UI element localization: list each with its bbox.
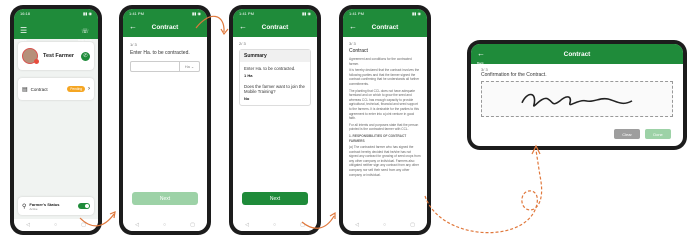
done-button[interactable]: Done xyxy=(645,129,671,139)
arrow-head-1 xyxy=(109,211,116,219)
status-time: 1:41 PM xyxy=(239,10,254,16)
status-badge: Pending xyxy=(67,86,85,92)
back-button[interactable]: ☰ Back xyxy=(20,20,28,43)
chevron-down-icon: ⌄ xyxy=(190,64,195,69)
step-indicator: 2/ 3 xyxy=(239,41,246,46)
next-button[interactable]: Next xyxy=(242,192,308,205)
contract-heading: Contract xyxy=(349,48,368,54)
phone-home-screen: 16:18 ▮▮ ◉ ☰ Back ☏ Help Desk Test Farme… xyxy=(10,5,102,235)
status-icons: ▮▮ ◉ xyxy=(82,10,92,16)
signature-stroke xyxy=(521,93,633,107)
back-arrow-icon: ☰ xyxy=(20,26,28,35)
step-indicator: 3/ 3 xyxy=(349,41,356,46)
arrow-head-3 xyxy=(329,211,336,219)
farmer-card[interactable]: Test Farmer ✆ xyxy=(18,42,94,70)
status-time: 1:41 PM xyxy=(349,10,364,16)
summary-answer-1: 1 Ha xyxy=(244,73,253,78)
page-title: Contract xyxy=(563,50,591,58)
contract-card[interactable]: ▤ Contract Pending › xyxy=(18,78,94,100)
signature-pad[interactable] xyxy=(481,81,673,117)
phone-signature-landscape: ← Back Contract 3/ 3 Confirmation for th… xyxy=(467,40,687,150)
chevron-right-icon: › xyxy=(88,86,90,92)
call-icon[interactable]: ✆ xyxy=(81,51,90,61)
status-time: 1:41 PM xyxy=(129,10,144,16)
summary-question-1: Enter Ha. to be contracted. xyxy=(244,66,296,71)
farmer-name: Test Farmer xyxy=(43,53,75,59)
step-indicator: 1/ 3 xyxy=(130,42,137,47)
contract-paragraph: For all intents and purposes state that … xyxy=(349,122,419,132)
status-bar: 16:18 ▮▮ ◉ xyxy=(14,9,98,17)
android-nav-bar: ◁ ○ ▢ xyxy=(123,219,207,231)
page-title: Contract xyxy=(151,23,179,31)
contract-paragraph: (a) The contracted farmer who has signed… xyxy=(349,145,421,177)
clear-button[interactable]: Clear xyxy=(614,129,640,139)
contract-paragraph: The planting that CCL does not have adeq… xyxy=(349,88,419,121)
summary-card: Summary Enter Ha. to be contracted. 1 Ha… xyxy=(239,49,311,106)
contract-label: Contract xyxy=(30,86,48,92)
android-nav-bar: ◁ ○ ▢ xyxy=(233,219,317,231)
page-title: Contract xyxy=(261,23,289,31)
avatar xyxy=(22,48,39,64)
confirmation-label: Confirmation for the Contract. xyxy=(481,72,547,78)
contract-text: Agreement and conditions for the contrac… xyxy=(349,57,421,177)
android-nav-bar: ◁ ○ ▢ xyxy=(14,219,98,231)
contract-paragraph: It is hereby declared that the contract … xyxy=(349,68,420,86)
person-icon: ⚲ xyxy=(22,203,27,210)
headset-icon: ☏ xyxy=(81,29,89,35)
unit-select[interactable]: Ha ⌄ xyxy=(180,61,200,72)
nav-recents-icon[interactable]: ▢ xyxy=(81,222,86,228)
farmer-status-value: Active xyxy=(29,206,38,211)
arrow-head-2 xyxy=(220,28,229,36)
contract-icon: ▤ xyxy=(22,86,28,93)
nav-back-icon[interactable]: ◁ xyxy=(26,222,30,228)
farmer-status-card: ⚲ Farmer's Status Active xyxy=(18,197,94,215)
phone-contract-step2: 1:41 PM ▮▮ ◉ ← Contract 2/ 3 Summary Ente… xyxy=(229,5,321,235)
status-time: 16:18 xyxy=(20,10,31,16)
summary-title: Summary xyxy=(240,50,310,62)
summary-question-2: Does the farmer want to join the Mobile … xyxy=(244,84,305,94)
flow-arrow-4 xyxy=(424,149,543,234)
status-toggle[interactable] xyxy=(78,203,90,209)
contract-section-heading: 1. RESPONSIBILITIES OF CONTRACT FARMERS xyxy=(349,133,407,143)
question-label: Enter Ha. to be contracted. xyxy=(130,50,190,56)
hectare-input[interactable] xyxy=(130,61,180,72)
phone-contract-step1: 1:41 PM ▮▮ ◉ ← Contract 1/ 3 Enter Ha. to… xyxy=(119,5,211,235)
next-button[interactable]: Next xyxy=(132,192,198,205)
contract-paragraph: Agreement and conditions for the contrac… xyxy=(349,57,412,66)
summary-answer-2: No xyxy=(244,96,250,101)
page-title: Contract xyxy=(371,23,399,31)
android-nav-bar: ◁ ○ ▢ xyxy=(343,219,427,231)
nav-home-icon[interactable]: ○ xyxy=(54,222,57,228)
help-desk-button[interactable]: ☏ Help Desk xyxy=(78,20,92,42)
phone-contract-step3: 1:41 PM ▮▮ ◉ ← Contract 3/ 3 Contract Agr… xyxy=(339,5,431,235)
